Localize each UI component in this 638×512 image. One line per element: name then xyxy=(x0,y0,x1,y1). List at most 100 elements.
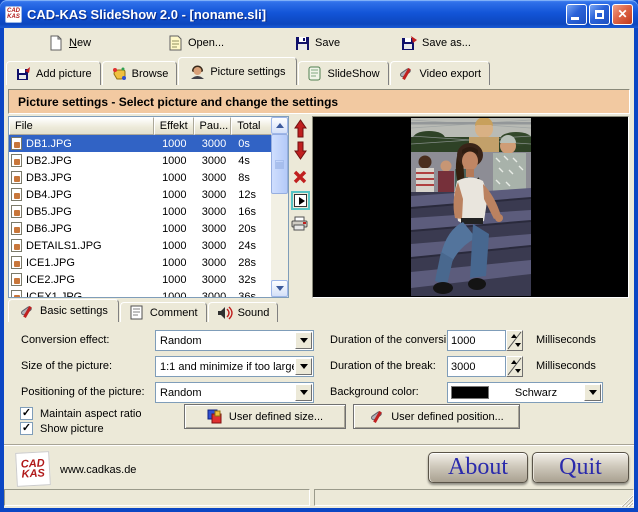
pause-value: 3000 xyxy=(194,274,232,286)
minimize-button[interactable] xyxy=(566,4,587,25)
close-button[interactable]: ✕ xyxy=(612,4,633,25)
effekt-value: 1000 xyxy=(154,172,194,184)
save-button[interactable]: Save xyxy=(290,33,344,53)
tab-video-export[interactable]: Video export xyxy=(390,61,491,85)
user-defined-size-button[interactable]: User defined size... xyxy=(184,404,346,429)
dropdown-button[interactable] xyxy=(295,384,312,401)
column-header-effekt[interactable]: Effekt xyxy=(154,117,194,135)
effekt-value: 1000 xyxy=(154,155,194,167)
list-item[interactable]: DB5.JPG1000300016s xyxy=(9,203,271,220)
save-as-icon xyxy=(401,35,417,51)
tab-picture-settings[interactable]: Picture settings xyxy=(178,57,296,85)
save-as-label: Save as... xyxy=(422,37,471,49)
background-color-select[interactable]: Schwarz xyxy=(447,382,603,403)
resize-grip-icon[interactable] xyxy=(620,494,633,507)
subtab-label: Sound xyxy=(238,307,270,319)
file-name: DB3.JPG xyxy=(26,172,72,184)
image-file-icon xyxy=(11,137,22,150)
list-item[interactable]: ICEX1.JPG1000300036s xyxy=(9,288,271,297)
image-file-icon xyxy=(11,171,22,184)
file-name: DB6.JPG xyxy=(26,223,72,235)
list-item[interactable]: ICE1.JPG1000300028s xyxy=(9,254,271,271)
dropdown-button[interactable] xyxy=(295,332,312,349)
user-defined-position-button[interactable]: User defined position... xyxy=(353,404,520,429)
picture-preview xyxy=(312,116,629,298)
show-picture-checkbox[interactable] xyxy=(20,422,33,435)
pause-value: 3000 xyxy=(194,172,232,184)
duration-break-spinner[interactable] xyxy=(506,356,523,377)
conversion-effect-select[interactable]: Random xyxy=(155,330,314,351)
column-header-file[interactable]: File xyxy=(9,117,154,135)
scroll-up-icon xyxy=(276,123,284,128)
list-scrollbar[interactable] xyxy=(271,117,288,297)
delete-x-icon xyxy=(293,169,308,184)
scroll-up-button[interactable] xyxy=(271,117,288,134)
subtab-basic-settings[interactable]: Basic settings xyxy=(8,299,119,322)
user-defined-position-icon xyxy=(369,409,385,425)
duration-conversion-input[interactable] xyxy=(447,330,506,351)
duration-conversion-spinner[interactable] xyxy=(506,330,523,351)
column-header-pause[interactable]: Pau... xyxy=(194,117,232,135)
positioning-select[interactable]: Random xyxy=(155,382,314,403)
picture-size-select[interactable]: 1:1 and minimize if too large xyxy=(155,356,314,377)
new-label: New xyxy=(69,37,91,49)
print-button[interactable] xyxy=(291,214,309,232)
move-up-button[interactable] xyxy=(291,119,309,137)
list-item[interactable]: DB4.JPG1000300012s xyxy=(9,186,271,203)
chevron-down-icon xyxy=(300,338,308,343)
tab-browse[interactable]: Browse xyxy=(102,61,178,85)
duration-break-input[interactable] xyxy=(447,356,506,377)
total-value: 12s xyxy=(231,189,271,201)
file-name: DB5.JPG xyxy=(26,206,72,218)
close-icon: ✕ xyxy=(617,7,627,21)
effekt-value: 1000 xyxy=(154,291,194,298)
image-file-icon xyxy=(11,205,22,218)
play-button[interactable] xyxy=(291,191,310,210)
new-button[interactable]: New xyxy=(44,33,95,53)
effekt-value: 1000 xyxy=(154,257,194,269)
website-link[interactable]: www.cadkas.de xyxy=(60,464,136,476)
maintain-aspect-label: Maintain aspect ratio xyxy=(40,408,142,420)
effekt-value: 1000 xyxy=(154,223,194,235)
move-down-button[interactable] xyxy=(291,141,309,159)
total-value: 0s xyxy=(231,138,271,150)
scrollbar-thumb[interactable] xyxy=(271,134,288,194)
pause-value: 3000 xyxy=(194,291,232,298)
up-arrow-icon xyxy=(293,119,308,138)
list-item[interactable]: DETAILS1.JPG1000300024s xyxy=(9,237,271,254)
dropdown-button[interactable] xyxy=(295,358,312,375)
spin-updown-icon xyxy=(507,357,522,376)
about-button[interactable]: About xyxy=(428,452,528,483)
tab-label: Browse xyxy=(132,68,169,80)
cadkas-logo: CAD KAS xyxy=(15,451,51,487)
list-item[interactable]: DB3.JPG100030008s xyxy=(9,169,271,186)
list-item[interactable]: DB2.JPG100030004s xyxy=(9,152,271,169)
list-item[interactable]: DB1.JPG100030000s xyxy=(9,135,271,152)
list-item[interactable]: ICE2.JPG1000300032s xyxy=(9,271,271,288)
dropdown-button[interactable] xyxy=(584,384,601,401)
subtab-sound[interactable]: Sound xyxy=(208,302,279,322)
picture-size-label: Size of the picture: xyxy=(21,360,112,372)
slideshow-icon xyxy=(307,66,323,82)
list-item[interactable]: DB6.JPG1000300020s xyxy=(9,220,271,237)
quit-button[interactable]: Quit xyxy=(532,452,629,483)
subtab-comment[interactable]: Comment xyxy=(120,302,207,322)
tab-label: Video export xyxy=(420,68,482,80)
image-file-icon xyxy=(11,222,22,235)
maximize-button[interactable] xyxy=(589,4,610,25)
status-bar xyxy=(4,487,634,508)
new-file-icon xyxy=(48,35,64,51)
file-list-header: File Effekt Pau... Total xyxy=(9,117,271,135)
maintain-aspect-checkbox[interactable] xyxy=(20,407,33,420)
save-as-button[interactable]: Save as... xyxy=(397,33,475,53)
open-file-icon xyxy=(167,35,183,51)
open-button[interactable]: Open... xyxy=(163,33,228,53)
tab-slideshow[interactable]: SlideShow xyxy=(298,61,389,85)
delete-picture-button[interactable] xyxy=(291,167,309,185)
basic-settings-icon xyxy=(19,303,35,319)
status-pane-left xyxy=(4,489,310,506)
tab-add-picture[interactable]: Add picture xyxy=(6,61,101,85)
pause-value: 3000 xyxy=(194,138,232,150)
column-header-total[interactable]: Total xyxy=(231,117,271,135)
scroll-down-button[interactable] xyxy=(271,280,288,297)
